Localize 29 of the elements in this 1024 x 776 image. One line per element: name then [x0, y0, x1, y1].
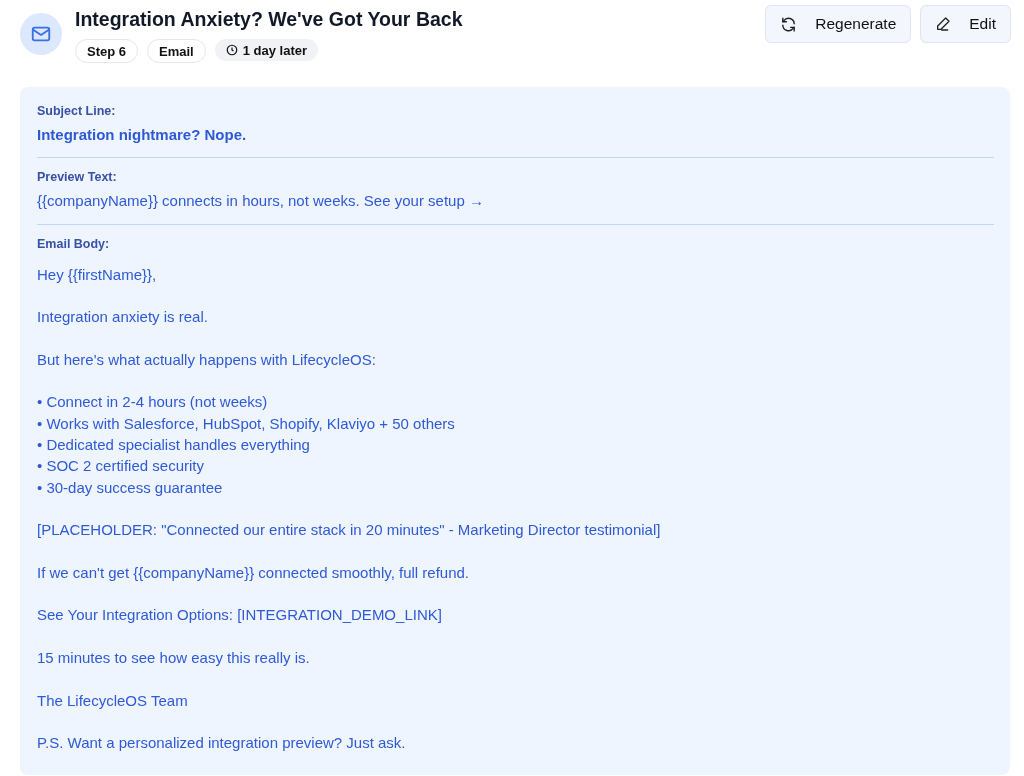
subject-line: Integration nightmare? Nope.	[37, 125, 248, 145]
body-text: But here's what actually happens with LifecycleOS:	[37, 349, 377, 370]
body-text: [PLACEHOLDER: "Connected our entire stack in 20 minutes" - Marketing Director testimonial]	[37, 520, 662, 541]
body-text: • 30-day success guarantee	[37, 477, 224, 498]
body-text: The LifecycleOS Team	[37, 690, 189, 711]
edit-button[interactable]: Edit	[920, 5, 1011, 43]
delay-tag: 1 day later	[214, 39, 319, 61]
email-title: Integration Anxiety? We've Got Your Back	[75, 7, 464, 32]
regenerate-button[interactable]: Regenerate	[765, 5, 912, 43]
field-label: Email Body:	[37, 235, 111, 252]
body-text: 15 minutes to see how easy this really is.	[37, 647, 311, 668]
field-label: Preview Text:	[37, 169, 118, 186]
body-text: Hey {{firstName}},	[37, 264, 158, 285]
preview-text: {{companyName}} connects in hours, not weeks. See your setup →	[37, 191, 485, 212]
mail-icon	[20, 13, 62, 55]
field-label: Subject Line:	[37, 103, 117, 119]
body-text: See Your Integration Options: [INTEGRATION_DEMO_LINK]	[37, 605, 443, 626]
clock-icon	[225, 44, 238, 56]
body-text: • Dedicated specialist handles everything	[37, 434, 311, 455]
refresh-icon	[780, 15, 798, 33]
body-text: P.S. Want a personalized integration preview? Just ask.	[37, 733, 407, 754]
step-tag: Email	[147, 39, 206, 63]
body-text: • Connect in 2-4 hours (not weeks)	[37, 392, 269, 413]
body-text: If we can't get {{companyName}} connected smoothly, full refund.	[37, 562, 470, 583]
body-text: • Works with Salesforce, HubSpot, Shopify, Klaviyo + 50 others	[37, 413, 456, 434]
body-text: Integration anxiety is real.	[37, 307, 209, 328]
step-tag: Step 6	[75, 39, 138, 63]
pencil-icon	[935, 16, 952, 32]
body-text: • SOC 2 certified security	[37, 456, 205, 477]
